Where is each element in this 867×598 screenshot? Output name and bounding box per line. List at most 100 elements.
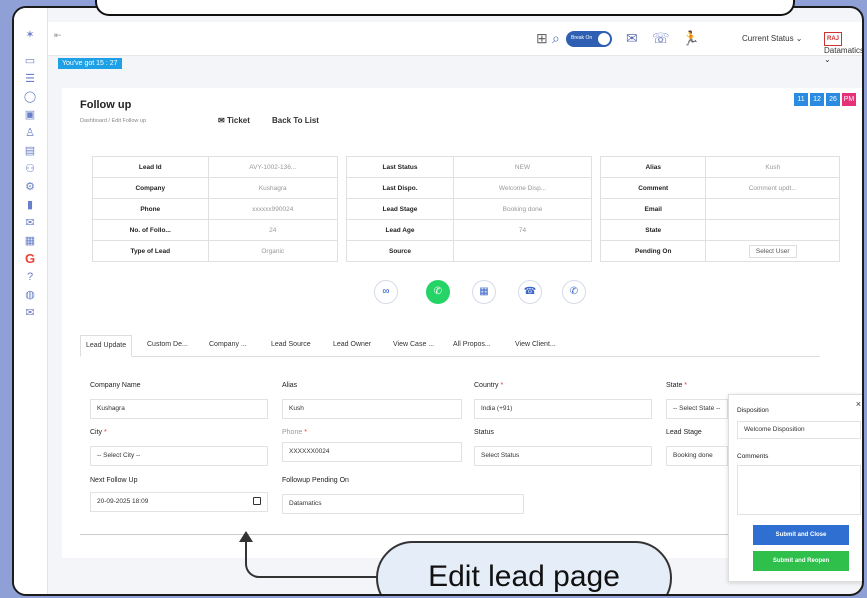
call-icon[interactable]: ✆ (562, 280, 586, 304)
disposition-select[interactable]: Welcome Disposition (737, 421, 861, 439)
comments-textarea[interactable] (737, 465, 861, 515)
settings-icon[interactable]: ⚙ (23, 180, 37, 194)
tab-lead-source[interactable]: Lead Source (266, 335, 316, 357)
table-row: Pending On Select User (599, 240, 840, 262)
lead-id-key: Lead Id (92, 156, 209, 178)
table-row: Email (599, 198, 840, 220)
apps-icon[interactable]: ⊞ (536, 30, 548, 47)
current-status-dropdown[interactable]: Current Status ⌄ (742, 34, 803, 43)
break-toggle[interactable]: Break On (566, 31, 612, 47)
mail-icon[interactable]: ✉ (23, 306, 37, 320)
calendar-icon[interactable] (253, 497, 261, 505)
status-select[interactable]: Select Status (474, 446, 652, 466)
last-dispo-key: Last Dispo. (345, 177, 455, 199)
info-table-lead: Lead Id AVY-1002-136... Company Kushagra P… (92, 156, 339, 262)
meta-icon[interactable]: ∞ (374, 280, 398, 304)
required-mark: * (498, 382, 504, 389)
badge-26[interactable]: 26 (826, 93, 840, 106)
monitor-icon[interactable]: ▭ (23, 54, 37, 68)
box-icon[interactable]: ▦ (23, 234, 37, 248)
company-key: Company (92, 177, 209, 199)
sidebar: ✶ ▭ ☰ ◯ ▣ ♙ ▤ ⚇ ⚙ ▮ ✉ ▦ G ? ◍ ✉ (14, 8, 48, 594)
badge-11[interactable]: 11 (794, 93, 808, 106)
tab-lead-update[interactable]: Lead Update (80, 335, 133, 357)
dialer-icon[interactable]: ☏ (652, 30, 670, 47)
source-key: Source (345, 240, 455, 262)
mail-icon[interactable]: ✉ (626, 30, 638, 47)
status-label: Status (474, 429, 494, 436)
company-name-input[interactable]: Kushagra (90, 399, 268, 419)
tab-company[interactable]: Company ... (204, 335, 252, 357)
logo-icon[interactable]: ✶ (23, 28, 37, 42)
calendar-icon[interactable]: ▦ (472, 280, 496, 304)
city-select[interactable]: -- Select City -- (90, 446, 268, 466)
tab-all-proposals[interactable]: All Propos... (448, 335, 496, 357)
disposition-panel: × Disposition Welcome Disposition Commen… (728, 394, 862, 582)
state-label-text: State (666, 382, 683, 389)
table-row: Last Dispo. Welcome Disp... (345, 177, 592, 199)
table-row: State (599, 219, 840, 241)
tab-view-case[interactable]: View Case ... (388, 335, 439, 357)
globe-icon[interactable]: ◍ (23, 288, 37, 302)
lead-age-key: Lead Age (345, 219, 455, 241)
back-to-list-button[interactable]: Back To List (272, 116, 319, 125)
lead-stage-select[interactable]: Booking done (666, 446, 728, 466)
user-icon[interactable]: ♙ (23, 126, 37, 140)
chat-icon[interactable]: ✉ (23, 216, 37, 230)
collapse-icon[interactable]: ⇤ (54, 30, 62, 41)
brand-menu[interactable]: RAJDatamatics ⌄ (824, 32, 862, 64)
alias-input[interactable]: Kush (282, 399, 462, 419)
info-table-status: Last Status NEW Last Dispo. Welcome Disp..… (345, 156, 592, 262)
table-row: Type of Lead Organic (92, 240, 339, 262)
report-icon[interactable]: ▤ (23, 144, 37, 158)
submit-and-reopen-button[interactable]: Submit and Reopen (753, 551, 849, 571)
lead-id-value: AVY-1002-136... (207, 156, 339, 178)
alias-label: Alias (282, 382, 298, 389)
info-table-contact: Alias Kush Comment Comment updt... Email S… (599, 156, 840, 262)
tab-view-client[interactable]: View Client... (510, 335, 561, 357)
list-icon[interactable]: ☰ (23, 72, 37, 86)
device-notch (95, 0, 795, 16)
team-icon[interactable]: ⚇ (23, 162, 37, 176)
callout-bubble: Edit lead page (376, 541, 672, 594)
country-select[interactable]: India (+91) (474, 399, 652, 419)
whatsapp-icon[interactable]: ✆ (426, 280, 450, 304)
next-follow-up-input[interactable]: 20-09-2025 18:09 (90, 492, 268, 512)
table-row: Lead Stage Booking done (345, 198, 592, 220)
badge-12[interactable]: 12 (810, 93, 824, 106)
submit-and-close-button[interactable]: Submit and Close (753, 525, 849, 545)
pending-on-cell: Select User (705, 240, 840, 262)
divider (80, 534, 820, 535)
lead-stage-label: Lead Stage (666, 429, 702, 436)
runner-icon[interactable]: 🏃 (682, 30, 699, 47)
select-user-button[interactable]: Select User (748, 244, 797, 258)
comment-value: Comment updt... (705, 177, 840, 199)
followup-pending-on-select[interactable]: Datamatics (282, 494, 524, 514)
breadcrumb: Dashboard / Edit Follow up (80, 118, 147, 124)
side-handle[interactable] (863, 148, 864, 168)
phone-icon[interactable]: ☎ (518, 280, 542, 304)
badge-pm[interactable]: PM (842, 93, 856, 106)
leads-icon[interactable]: ▣ (23, 108, 37, 122)
current-status-label: Current Status (742, 34, 794, 43)
google-icon[interactable]: G (23, 252, 37, 266)
chart-icon[interactable]: ▮ (23, 198, 37, 212)
tab-custom-details[interactable]: Custom De... (142, 335, 193, 357)
ticket-button[interactable]: ✉ Ticket (218, 116, 250, 125)
search-icon[interactable]: ◯ (23, 90, 37, 104)
phone-input[interactable]: XXXXXX0024 (282, 442, 462, 462)
email-key: Email (599, 198, 707, 220)
state-select[interactable]: -- Select State -- (666, 399, 728, 419)
next-follow-up-value: 20-09-2025 18:09 (97, 498, 149, 505)
last-dispo-value: Welcome Disp... (453, 177, 592, 199)
alias-value: Kush (705, 156, 840, 178)
tab-lead-owner[interactable]: Lead Owner (328, 335, 376, 357)
close-icon[interactable]: × (856, 399, 861, 409)
search-icon[interactable]: ⌕ (552, 30, 560, 47)
table-row: Phone xxxxxx990024 (92, 198, 339, 220)
required-mark: * (682, 382, 688, 389)
comment-key: Comment (599, 177, 707, 199)
table-row: Lead Age 74 (345, 219, 592, 241)
state-label: State * (666, 382, 687, 389)
help-icon[interactable]: ? (23, 270, 37, 284)
